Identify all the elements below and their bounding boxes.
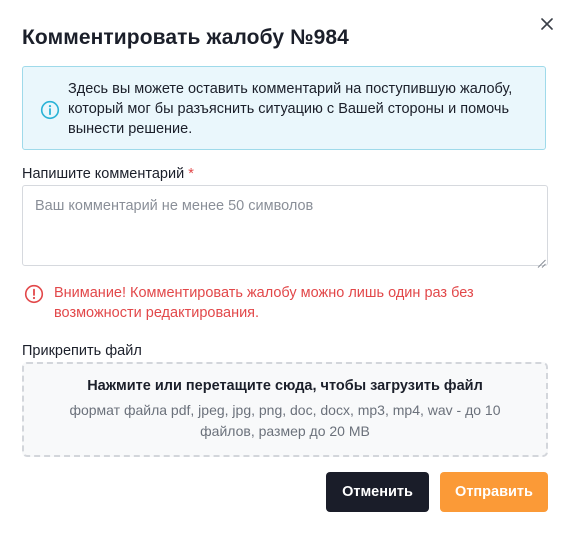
dropzone-hint: формат файла pdf, jpeg, jpg, png, doc, d… [69, 402, 501, 439]
cancel-button[interactable]: Отменить [326, 472, 429, 512]
comment-textarea[interactable] [22, 185, 548, 266]
info-alert: Здесь вы можете оставить комментарий на … [22, 66, 546, 150]
close-icon[interactable] [538, 15, 556, 33]
complaint-comment-dialog: Комментировать жалобу №984 Здесь вы може… [0, 0, 568, 547]
resize-handle-icon[interactable] [537, 255, 546, 268]
comment-label-text: Напишите комментарий [22, 166, 185, 182]
info-text: Здесь вы можете оставить комментарий на … [68, 81, 513, 137]
required-mark: * [188, 166, 194, 182]
file-dropzone[interactable]: Нажмите или перетащите сюда, чтобы загру… [22, 362, 548, 457]
dialog-title: Комментировать жалобу №984 [22, 26, 349, 49]
comment-label: Напишите комментарий * [22, 166, 194, 182]
attach-file-label: Прикрепить файл [22, 343, 142, 359]
dropzone-title: Нажмите или перетащите сюда, чтобы загру… [87, 378, 483, 394]
alert-circle-icon [24, 284, 44, 304]
info-icon [40, 100, 60, 120]
warning-text: Внимание! Комментировать жалобу можно ли… [54, 285, 474, 321]
submit-button[interactable]: Отправить [440, 472, 548, 512]
